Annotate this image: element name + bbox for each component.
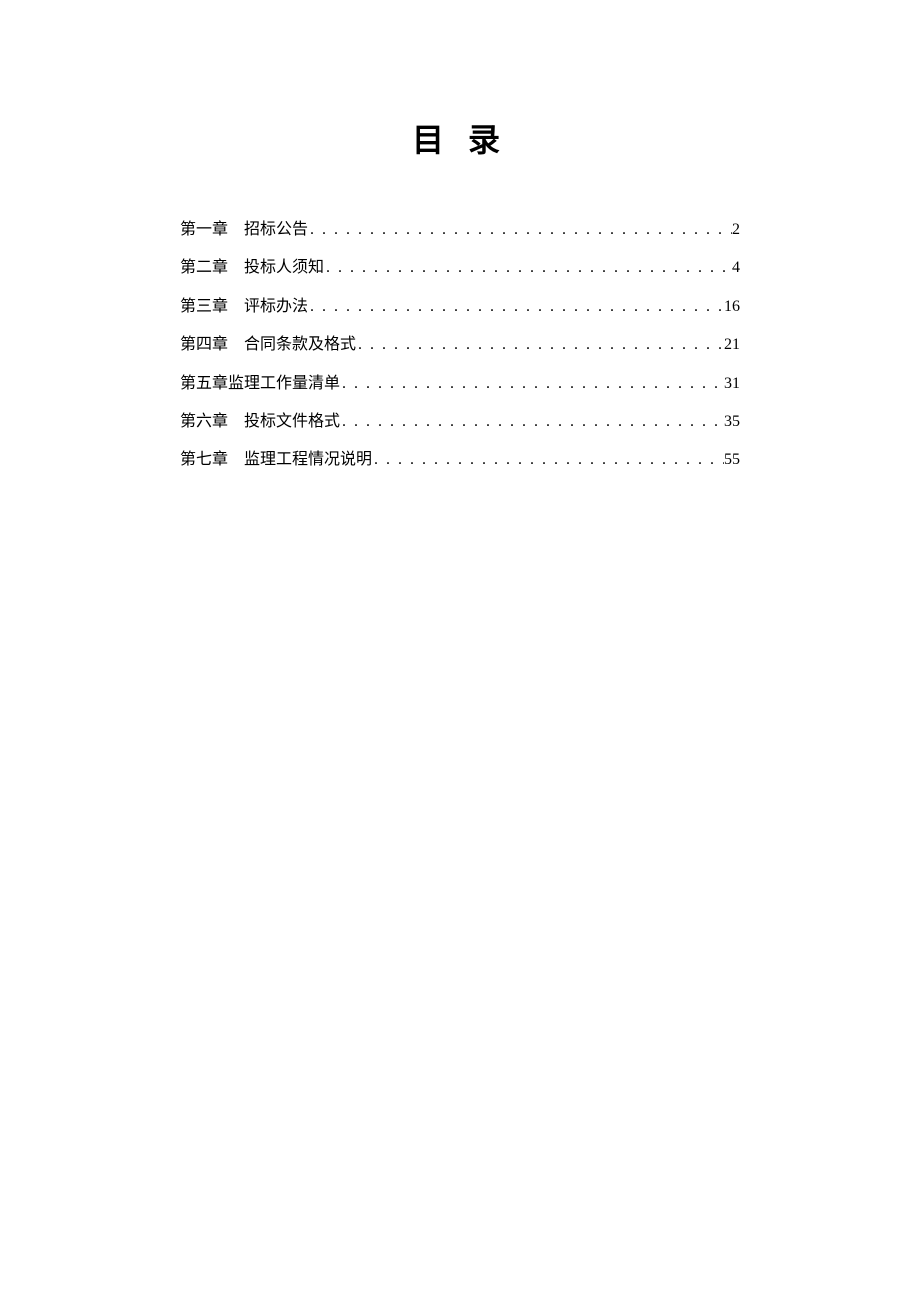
toc-leader-dots <box>308 288 724 326</box>
toc-leader-dots <box>372 441 724 479</box>
toc-entry: 第二章 投标人须知 4 <box>180 249 740 287</box>
toc-name: 监理工程情况说明 <box>244 441 372 479</box>
toc-separator <box>228 288 244 326</box>
toc-page-number: 55 <box>724 441 740 479</box>
toc-leader-dots <box>324 249 732 287</box>
toc-name: 合同条款及格式 <box>244 326 356 364</box>
toc-entry: 第七章 监理工程情况说明 55 <box>180 441 740 479</box>
toc-entry: 第三章 评标办法 16 <box>180 288 740 326</box>
toc-page-number: 21 <box>724 326 740 364</box>
toc-separator <box>228 403 244 441</box>
toc-leader-dots <box>308 211 732 249</box>
toc-chapter: 第二章 <box>180 249 228 287</box>
table-of-contents: 第一章 招标公告 2 第二章 投标人须知 4 第三章 评标办法 16 第四章 合… <box>180 211 740 480</box>
toc-name: 投标人须知 <box>244 249 324 287</box>
toc-entry: 第五章 监理工作量清单 31 <box>180 365 740 403</box>
toc-separator <box>228 211 244 249</box>
toc-name: 评标办法 <box>244 288 308 326</box>
toc-entry: 第四章 合同条款及格式 21 <box>180 326 740 364</box>
toc-page-number: 16 <box>724 288 740 326</box>
toc-name: 监理工作量清单 <box>228 365 340 403</box>
toc-page-number: 31 <box>724 365 740 403</box>
toc-entry: 第六章 投标文件格式 35 <box>180 403 740 441</box>
toc-chapter: 第六章 <box>180 403 228 441</box>
toc-leader-dots <box>356 326 724 364</box>
toc-page-number: 2 <box>732 211 740 249</box>
toc-chapter: 第一章 <box>180 211 228 249</box>
toc-separator <box>228 441 244 479</box>
toc-separator <box>228 326 244 364</box>
toc-separator <box>228 249 244 287</box>
toc-entry: 第一章 招标公告 2 <box>180 211 740 249</box>
toc-page-number: 35 <box>724 403 740 441</box>
toc-name: 招标公告 <box>244 211 308 249</box>
page-title: 目 录 <box>0 115 920 161</box>
toc-leader-dots <box>340 403 724 441</box>
toc-chapter: 第五章 <box>180 365 228 403</box>
toc-chapter: 第三章 <box>180 288 228 326</box>
toc-name: 投标文件格式 <box>244 403 340 441</box>
toc-page-number: 4 <box>732 249 740 287</box>
toc-chapter: 第四章 <box>180 326 228 364</box>
toc-chapter: 第七章 <box>180 441 228 479</box>
toc-leader-dots <box>340 365 724 403</box>
